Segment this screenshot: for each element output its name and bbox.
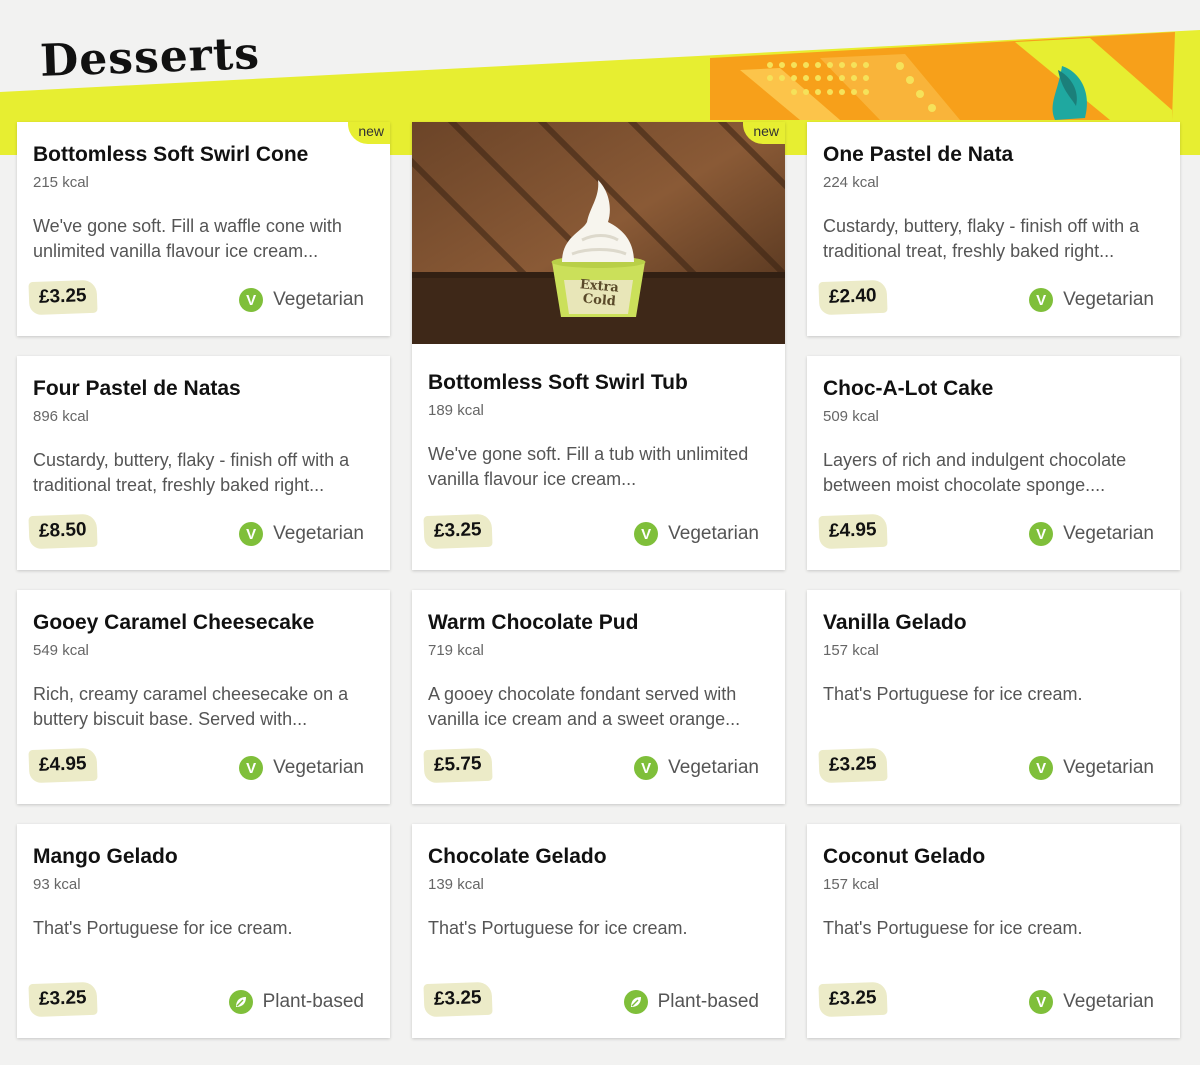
vegetarian-icon: V (239, 522, 264, 546)
item-price: £3.25 (818, 981, 888, 1018)
diet-label: Vegetarian (1063, 289, 1154, 310)
vegetarian-icon: V (1029, 288, 1054, 312)
item-description: That's Portuguese for ice cream. (428, 918, 688, 938)
vegetarian-icon: V (634, 756, 659, 780)
menu-card[interactable]: Mango Gelado 93 kcal That's Portuguese f… (17, 824, 390, 1038)
item-kcal: 157 kcal (823, 876, 879, 893)
menu-card[interactable]: Coconut Gelado 157 kcal That's Portugues… (807, 824, 1180, 1038)
menu-card[interactable]: Warm Chocolate Pud 719 kcal A gooey choc… (412, 590, 785, 804)
item-price: £4.95 (818, 513, 888, 550)
item-name: Vanilla Gelado (823, 611, 967, 634)
vegetarian-icon: V (1029, 522, 1054, 546)
item-kcal: 189 kcal (428, 402, 484, 419)
item-kcal: 549 kcal (33, 642, 89, 659)
item-name: Gooey Caramel Cheesecake (33, 611, 315, 634)
item-price: £3.25 (28, 981, 98, 1018)
item-name: Warm Chocolate Pud (428, 611, 639, 634)
diet-tag: V Vegetarian (1029, 288, 1154, 312)
item-price: £2.40 (818, 279, 888, 316)
leaf-icon (228, 990, 253, 1014)
item-kcal: 157 kcal (823, 642, 879, 659)
item-price: £3.25 (423, 513, 493, 550)
item-description: That's Portuguese for ice cream. (823, 918, 1083, 938)
menu-card[interactable]: One Pastel de Nata 224 kcal Custardy, bu… (807, 122, 1180, 336)
menu-card[interactable]: Vanilla Gelado 157 kcal That's Portugues… (807, 590, 1180, 804)
item-price: £4.95 (28, 747, 98, 784)
item-name: Bottomless Soft Swirl Cone (33, 143, 309, 166)
item-description: Rich, creamy caramel cheesecake on a but… (33, 684, 349, 729)
menu-card[interactable]: new Bottomless Soft Swirl Cone 215 kcal … (17, 122, 390, 336)
diet-tag: V Vegetarian (634, 756, 759, 780)
diet-label: Vegetarian (273, 289, 364, 310)
item-kcal: 719 kcal (428, 642, 484, 659)
item-kcal: 93 kcal (33, 876, 81, 893)
item-price: £3.25 (818, 747, 888, 784)
item-name: One Pastel de Nata (823, 143, 1014, 166)
diet-tag: V Vegetarian (634, 522, 759, 546)
diet-label: Plant-based (657, 991, 759, 1012)
item-kcal: 215 kcal (33, 174, 89, 191)
menu-grid: new Bottomless Soft Swirl Cone 215 kcal … (17, 122, 1180, 1038)
vegetarian-icon: V (239, 288, 264, 312)
item-name: Bottomless Soft Swirl Tub (428, 371, 688, 394)
menu-card[interactable]: Four Pastel de Natas 896 kcal Custardy, … (17, 356, 390, 570)
diet-tag: V Vegetarian (239, 522, 364, 546)
vegetarian-icon: V (634, 522, 659, 546)
diet-label: Plant-based (262, 991, 364, 1012)
diet-tag: V Vegetarian (1029, 990, 1154, 1014)
diet-label: Vegetarian (1063, 991, 1154, 1012)
item-description: Layers of rich and indulgent chocolate b… (823, 450, 1127, 495)
menu-card[interactable]: Chocolate Gelado 139 kcal That's Portugu… (412, 824, 785, 1038)
diet-label: Vegetarian (273, 523, 364, 544)
diet-tag: Plant-based (623, 990, 759, 1014)
item-name: Mango Gelado (33, 845, 178, 868)
item-price: £3.25 (423, 981, 493, 1018)
new-badge: new (348, 122, 390, 144)
item-description: We've gone soft. Fill a waffle cone with… (33, 216, 342, 261)
item-name: Choc-A-Lot Cake (823, 377, 994, 400)
vegetarian-icon: V (1029, 990, 1054, 1014)
menu-card-featured[interactable]: new Extra Cold Bottomless Soft Swirl Tub… (412, 122, 785, 570)
diet-tag: V Vegetarian (239, 288, 364, 312)
diet-tag: V Vegetarian (1029, 756, 1154, 780)
item-name: Chocolate Gelado (428, 845, 607, 868)
item-price: £8.50 (28, 513, 98, 550)
item-kcal: 896 kcal (33, 408, 89, 425)
item-description: That's Portuguese for ice cream. (33, 918, 293, 938)
diet-label: Vegetarian (273, 757, 364, 778)
item-name: Coconut Gelado (823, 845, 986, 868)
vegetarian-icon: V (1029, 756, 1054, 780)
diet-tag: Plant-based (228, 990, 364, 1014)
product-photo: Extra Cold (412, 122, 785, 344)
item-kcal: 139 kcal (428, 876, 484, 893)
item-description: Custardy, buttery, flaky - finish off wi… (823, 216, 1140, 261)
item-description: Custardy, buttery, flaky - finish off wi… (33, 450, 350, 495)
item-price: £5.75 (423, 747, 493, 784)
item-kcal: 509 kcal (823, 408, 879, 425)
item-description: That's Portuguese for ice cream. (823, 684, 1083, 704)
card-body: Bottomless Soft Swirl Tub 189 kcal We've… (412, 344, 785, 492)
leaf-icon (623, 990, 648, 1014)
item-name: Four Pastel de Natas (33, 377, 241, 400)
vegetarian-icon: V (239, 756, 264, 780)
item-kcal: 224 kcal (823, 174, 879, 191)
menu-card[interactable]: Gooey Caramel Cheesecake 549 kcal Rich, … (17, 590, 390, 804)
diet-tag: V Vegetarian (1029, 522, 1154, 546)
diet-label: Vegetarian (668, 523, 759, 544)
menu-card[interactable]: Choc-A-Lot Cake 509 kcal Layers of rich … (807, 356, 1180, 570)
page-title: Desserts (39, 28, 261, 87)
diet-tag: V Vegetarian (239, 756, 364, 780)
item-description: A gooey chocolate fondant served with va… (428, 684, 741, 729)
item-description: We've gone soft. Fill a tub with unlimit… (428, 444, 749, 489)
item-price: £3.25 (28, 279, 98, 316)
diet-label: Vegetarian (1063, 757, 1154, 778)
svg-text:Cold: Cold (582, 292, 616, 310)
diet-label: Vegetarian (1063, 523, 1154, 544)
diet-label: Vegetarian (668, 757, 759, 778)
